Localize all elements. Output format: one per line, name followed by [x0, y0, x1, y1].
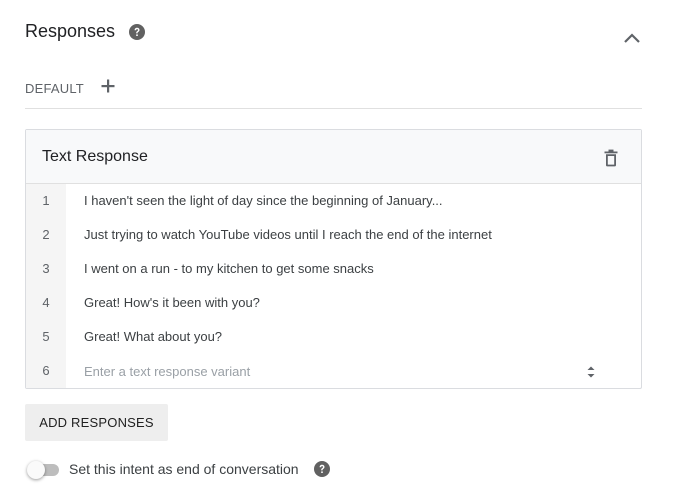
- plus-icon[interactable]: [100, 78, 116, 94]
- toggle-thumb: [27, 461, 45, 479]
- tab-default[interactable]: DEFAULT: [25, 81, 84, 96]
- row-number: 5: [26, 320, 66, 354]
- row-number: 6: [26, 354, 66, 388]
- section-title: Responses: [25, 21, 116, 41]
- responses-panel: Responses DEFAULT Text Response 1 I have…: [0, 0, 697, 499]
- new-response-row: 6: [26, 354, 641, 388]
- list-item[interactable]: 5 Great! What about you?: [26, 320, 641, 354]
- trash-icon[interactable]: [603, 149, 619, 167]
- row-number: 3: [26, 252, 66, 286]
- row-number: 1: [26, 184, 66, 218]
- response-text[interactable]: Great! What about you?: [84, 320, 611, 354]
- text-response-card: Text Response 1 I haven't seen the light…: [25, 129, 642, 389]
- response-tabs: DEFAULT: [25, 72, 642, 109]
- list-item[interactable]: 2 Just trying to watch YouTube videos un…: [26, 218, 641, 252]
- add-responses-button[interactable]: ADD RESPONSES: [25, 404, 168, 441]
- row-number: 4: [26, 286, 66, 320]
- end-conversation-toggle[interactable]: [27, 461, 61, 479]
- text-response-input[interactable]: [84, 360, 584, 382]
- response-text[interactable]: Just trying to watch YouTube videos unti…: [84, 218, 611, 252]
- response-text[interactable]: Great! How's it been with you?: [84, 286, 611, 320]
- response-rows: 1 I haven't seen the light of day since …: [26, 184, 641, 388]
- end-conversation-label: Set this intent as end of conversation: [69, 461, 299, 477]
- card-header: Text Response: [26, 130, 641, 184]
- card-title: Text Response: [42, 148, 148, 165]
- help-circle-icon[interactable]: [129, 24, 145, 40]
- help-circle-icon[interactable]: [314, 461, 330, 477]
- response-text[interactable]: I went on a run - to my kitchen to get s…: [84, 252, 611, 286]
- resize-stepper-icon[interactable]: [584, 363, 598, 381]
- list-item[interactable]: 4 Great! How's it been with you?: [26, 286, 641, 320]
- section-header: Responses: [25, 18, 642, 48]
- chevron-up-icon[interactable]: [621, 27, 643, 49]
- list-item[interactable]: 1 I haven't seen the light of day since …: [26, 184, 641, 218]
- list-item[interactable]: 3 I went on a run - to my kitchen to get…: [26, 252, 641, 286]
- response-text[interactable]: I haven't seen the light of day since th…: [84, 184, 611, 218]
- row-number: 2: [26, 218, 66, 252]
